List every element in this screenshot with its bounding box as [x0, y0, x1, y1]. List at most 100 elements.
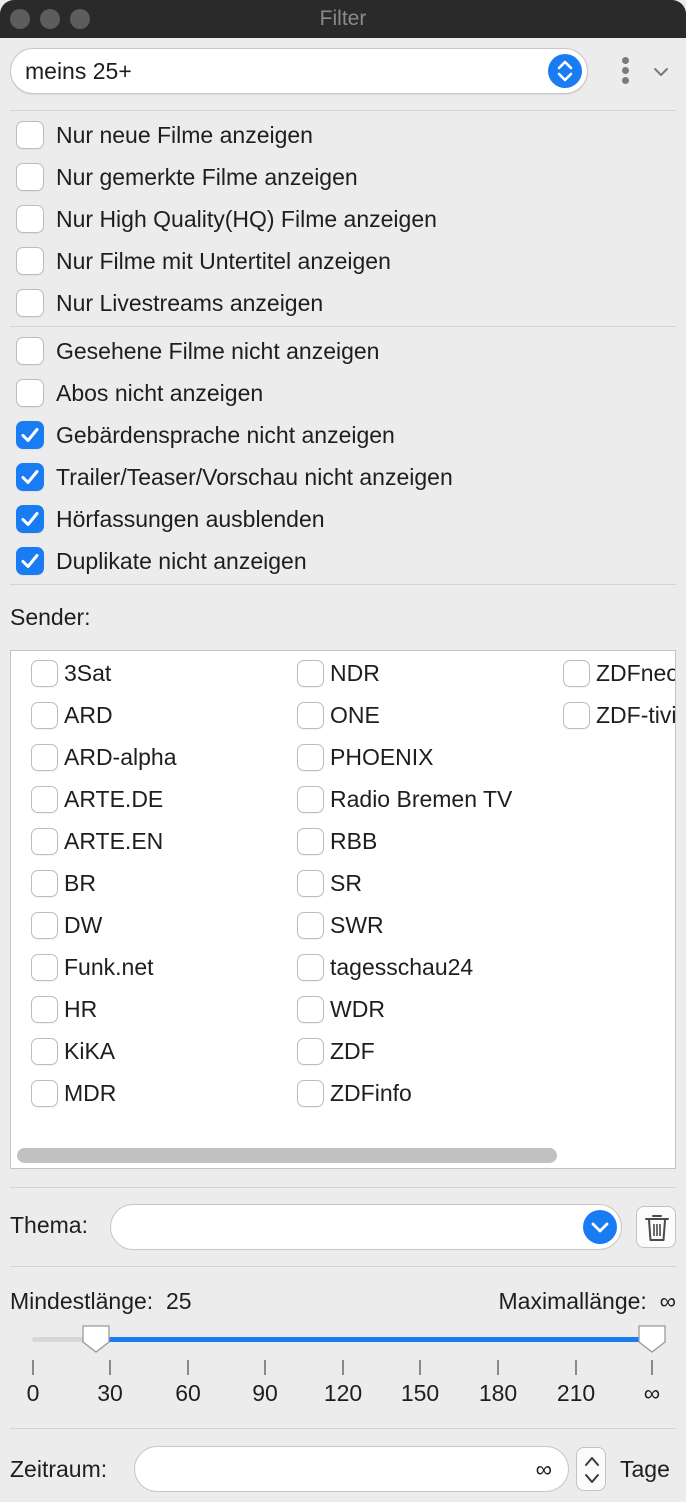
checkbox-unchecked[interactable] — [31, 785, 58, 813]
checkbox-unchecked[interactable] — [16, 379, 44, 407]
sender-item[interactable]: RBB — [297, 825, 377, 857]
sender-item[interactable]: tagesschau24 — [297, 951, 473, 983]
checkbox-unchecked[interactable] — [31, 1079, 58, 1107]
checkbox-unchecked[interactable] — [563, 659, 590, 687]
sender-list[interactable]: 3Sat ARD ARD-alpha ARTE.DE ARTE.EN BR DW Funk.n… — [10, 650, 676, 1169]
slider-tick-label: 60 — [175, 1380, 201, 1406]
checkbox-unchecked[interactable] — [297, 995, 324, 1023]
slider-tick-label: 210 — [556, 1380, 596, 1406]
checkbox-row[interactable]: Nur Filme mit Untertitel anzeigen — [16, 245, 391, 277]
separator — [10, 1266, 676, 1267]
chevron-down-icon[interactable] — [583, 1210, 617, 1244]
checkbox-unchecked[interactable] — [297, 785, 324, 813]
checkbox-unchecked[interactable] — [31, 743, 58, 771]
checkbox-unchecked[interactable] — [297, 659, 324, 687]
sender-item[interactable]: ZDF — [297, 1035, 375, 1067]
checkbox-unchecked[interactable] — [297, 1037, 324, 1065]
sender-item[interactable]: SR — [297, 867, 362, 899]
sender-item[interactable]: ARTE.DE — [31, 783, 163, 815]
sender-item[interactable]: WDR — [297, 993, 385, 1025]
checkbox-unchecked[interactable] — [563, 701, 590, 729]
checkbox-label: DW — [64, 911, 103, 938]
checkbox-unchecked[interactable] — [31, 827, 58, 855]
checkbox-row[interactable]: Nur High Quality(HQ) Filme anzeigen — [16, 203, 437, 235]
checkbox-checked[interactable] — [16, 463, 44, 491]
checkbox-row[interactable]: Nur gemerkte Filme anzeigen — [16, 161, 358, 193]
max-length-thumb[interactable] — [637, 1324, 667, 1354]
checkbox-unchecked[interactable] — [16, 247, 44, 275]
checkbox-unchecked[interactable] — [16, 163, 44, 191]
checkbox-row[interactable]: Hörfassungen ausblenden — [16, 503, 325, 535]
thema-combobox[interactable] — [110, 1204, 622, 1250]
sender-item[interactable]: DW — [31, 909, 102, 941]
sender-item[interactable]: BR — [31, 867, 96, 899]
checkbox-checked[interactable] — [16, 547, 44, 575]
checkbox-unchecked[interactable] — [31, 659, 58, 687]
slider-tick-label: 150 — [400, 1380, 440, 1406]
checkbox-unchecked[interactable] — [16, 121, 44, 149]
checkbox-unchecked[interactable] — [31, 995, 58, 1023]
more-options-icon[interactable] — [616, 55, 636, 87]
checkbox-label: Hörfassungen ausblenden — [56, 505, 325, 532]
sender-item[interactable]: NDR — [297, 657, 380, 689]
sender-item[interactable]: ONE — [297, 699, 380, 731]
checkbox-label: ZDFneo — [596, 659, 676, 686]
checkbox-row[interactable]: Nur Livestreams anzeigen — [16, 287, 323, 319]
checkbox-label: ZDFinfo — [330, 1079, 412, 1106]
checkbox-checked[interactable] — [16, 505, 44, 533]
sender-item[interactable]: MDR — [31, 1077, 116, 1109]
checkbox-unchecked[interactable] — [16, 205, 44, 233]
checkbox-unchecked[interactable] — [31, 911, 58, 939]
zeitraum-field[interactable]: ∞ — [134, 1446, 569, 1492]
chevron-down-icon[interactable] — [650, 62, 672, 82]
slider-tick-label: 120 — [323, 1380, 363, 1406]
sender-item[interactable]: KiKA — [31, 1035, 115, 1067]
checkbox-unchecked[interactable] — [297, 701, 324, 729]
checkbox-label: ONE — [330, 701, 380, 728]
checkbox-checked[interactable] — [16, 421, 44, 449]
sender-item[interactable]: HR — [31, 993, 97, 1025]
zeitraum-stepper[interactable] — [576, 1447, 606, 1491]
sender-item[interactable]: 3Sat — [31, 657, 111, 689]
checkbox-label: ARTE.EN — [64, 827, 164, 854]
sender-item[interactable]: Funk.net — [31, 951, 154, 983]
sender-item[interactable]: ZDFneo — [563, 657, 676, 689]
checkbox-row[interactable]: Gebärdensprache nicht anzeigen — [16, 419, 395, 451]
checkbox-row[interactable]: Trailer/Teaser/Vorschau nicht anzeigen — [16, 461, 453, 493]
checkbox-row[interactable]: Abos nicht anzeigen — [16, 377, 263, 409]
checkbox-unchecked[interactable] — [297, 1079, 324, 1107]
horizontal-scrollbar[interactable] — [17, 1148, 557, 1163]
checkbox-row[interactable]: Nur neue Filme anzeigen — [16, 119, 313, 151]
up-down-chevron-icon[interactable] — [548, 54, 582, 88]
sender-item[interactable]: PHOENIX — [297, 741, 434, 773]
sender-item[interactable]: ARD — [31, 699, 113, 731]
sender-item[interactable]: ZDF-tivi — [563, 699, 675, 731]
checkbox-unchecked[interactable] — [297, 869, 324, 897]
checkbox-unchecked[interactable] — [16, 289, 44, 317]
checkbox-unchecked[interactable] — [31, 869, 58, 897]
sender-item[interactable]: ARTE.EN — [31, 825, 163, 857]
checkbox-unchecked[interactable] — [297, 827, 324, 855]
title-bar: Filter — [0, 0, 686, 38]
checkbox-unchecked[interactable] — [31, 701, 58, 729]
checkbox-unchecked[interactable] — [31, 1037, 58, 1065]
sender-item[interactable]: Radio Bremen TV — [297, 783, 512, 815]
slider-tick — [419, 1360, 421, 1375]
sender-item[interactable]: ZDFinfo — [297, 1077, 412, 1109]
checkbox-unchecked[interactable] — [31, 953, 58, 981]
checkbox-unchecked[interactable] — [16, 337, 44, 365]
length-slider-range — [95, 1337, 652, 1342]
sender-item[interactable]: ARD-alpha — [31, 741, 177, 773]
checkbox-unchecked[interactable] — [297, 743, 324, 771]
checkbox-label: Nur neue Filme anzeigen — [56, 121, 313, 148]
checkbox-label: Nur gemerkte Filme anzeigen — [56, 163, 358, 190]
preset-combobox[interactable]: meins 25+ — [10, 48, 588, 94]
delete-thema-button[interactable] — [636, 1206, 676, 1248]
sender-item[interactable]: SWR — [297, 909, 384, 941]
slider-tick — [187, 1360, 189, 1375]
checkbox-row[interactable]: Duplikate nicht anzeigen — [16, 545, 307, 577]
checkbox-row[interactable]: Gesehene Filme nicht anzeigen — [16, 335, 379, 367]
checkbox-unchecked[interactable] — [297, 953, 324, 981]
checkbox-unchecked[interactable] — [297, 911, 324, 939]
min-length-thumb[interactable] — [81, 1324, 111, 1354]
